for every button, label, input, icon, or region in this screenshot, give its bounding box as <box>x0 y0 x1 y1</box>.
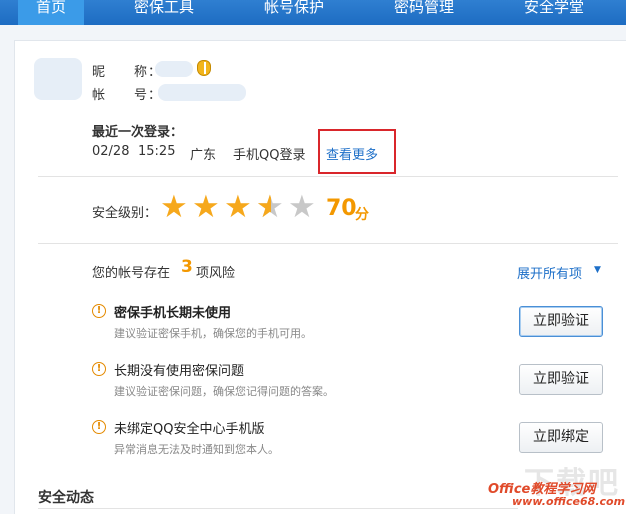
divider <box>38 176 618 177</box>
risk-item-desc: 建议验证密保手机，确保您的手机可用。 <box>114 327 312 340</box>
nav-item-security-tools[interactable]: 密保工具 <box>118 0 210 25</box>
star-2-icon: ★ <box>192 189 220 225</box>
star-1-icon: ★ <box>160 189 188 225</box>
verify-phone-button[interactable]: 立即验证 <box>519 306 603 337</box>
divider <box>38 508 518 509</box>
nav-item-password-management[interactable]: 密码管理 <box>378 0 470 25</box>
risk-item-title: 未绑定QQ安全中心手机版 <box>114 422 265 437</box>
watermark-url: www.office68.com <box>512 495 626 508</box>
account-value <box>158 84 246 101</box>
highlight-box <box>318 129 396 174</box>
risk-item-desc: 异常消息无法及时通知到您本人。 <box>114 443 279 456</box>
top-nav: 首页 密保工具 帐号保护 密码管理 安全学堂 <box>0 0 626 25</box>
warning-icon: ! <box>92 420 106 434</box>
nickname-label: 昵 称： <box>92 65 163 80</box>
nav-item-security-school[interactable]: 安全学堂 <box>508 0 600 25</box>
warning-icon: ! <box>92 304 106 318</box>
avatar <box>34 58 82 100</box>
expand-all-link[interactable]: 展开所有项 <box>517 263 582 282</box>
last-login-device: 手机QQ登录 <box>233 148 306 163</box>
security-level-label: 安全级别： <box>92 206 158 221</box>
risk-item-desc: 建议验证密保问题，确保您记得问题的答案。 <box>114 385 334 398</box>
risk-suffix: 项风险 <box>196 266 236 281</box>
star-3-icon: ★ <box>224 189 252 225</box>
risk-count: 3 <box>181 257 193 277</box>
risk-prefix: 您的帐号存在 <box>92 266 171 281</box>
score-unit: 分 <box>355 207 369 223</box>
star-empty-icon: ★ <box>288 189 316 225</box>
warning-icon: ! <box>92 362 106 376</box>
nav-item-account-protection[interactable]: 帐号保护 <box>248 0 340 25</box>
last-login-location: 广东 <box>190 148 217 163</box>
nav-item-home[interactable]: 首页 <box>18 0 84 25</box>
security-score: 70 <box>326 196 357 221</box>
verify-question-button[interactable]: 立即验证 <box>519 364 603 395</box>
security-dynamics-title: 安全动态 <box>38 490 94 506</box>
bind-app-button[interactable]: 立即绑定 <box>519 422 603 453</box>
last-login-date: 02/28 <box>92 144 130 159</box>
risk-item-title: 长期没有使用密保问题 <box>114 364 245 379</box>
star-half-fill-icon: ★ <box>256 192 271 223</box>
caret-down-icon[interactable]: ▼ <box>594 265 601 275</box>
nickname-value <box>155 61 193 77</box>
last-login-title: 最近一次登录： <box>92 125 184 140</box>
last-login-time: 15:25 <box>138 144 176 159</box>
account-label: 帐 号： <box>92 88 163 103</box>
divider <box>38 243 618 244</box>
qq-shield-icon <box>197 60 211 76</box>
risk-item-title: 密保手机长期未使用 <box>114 306 232 321</box>
